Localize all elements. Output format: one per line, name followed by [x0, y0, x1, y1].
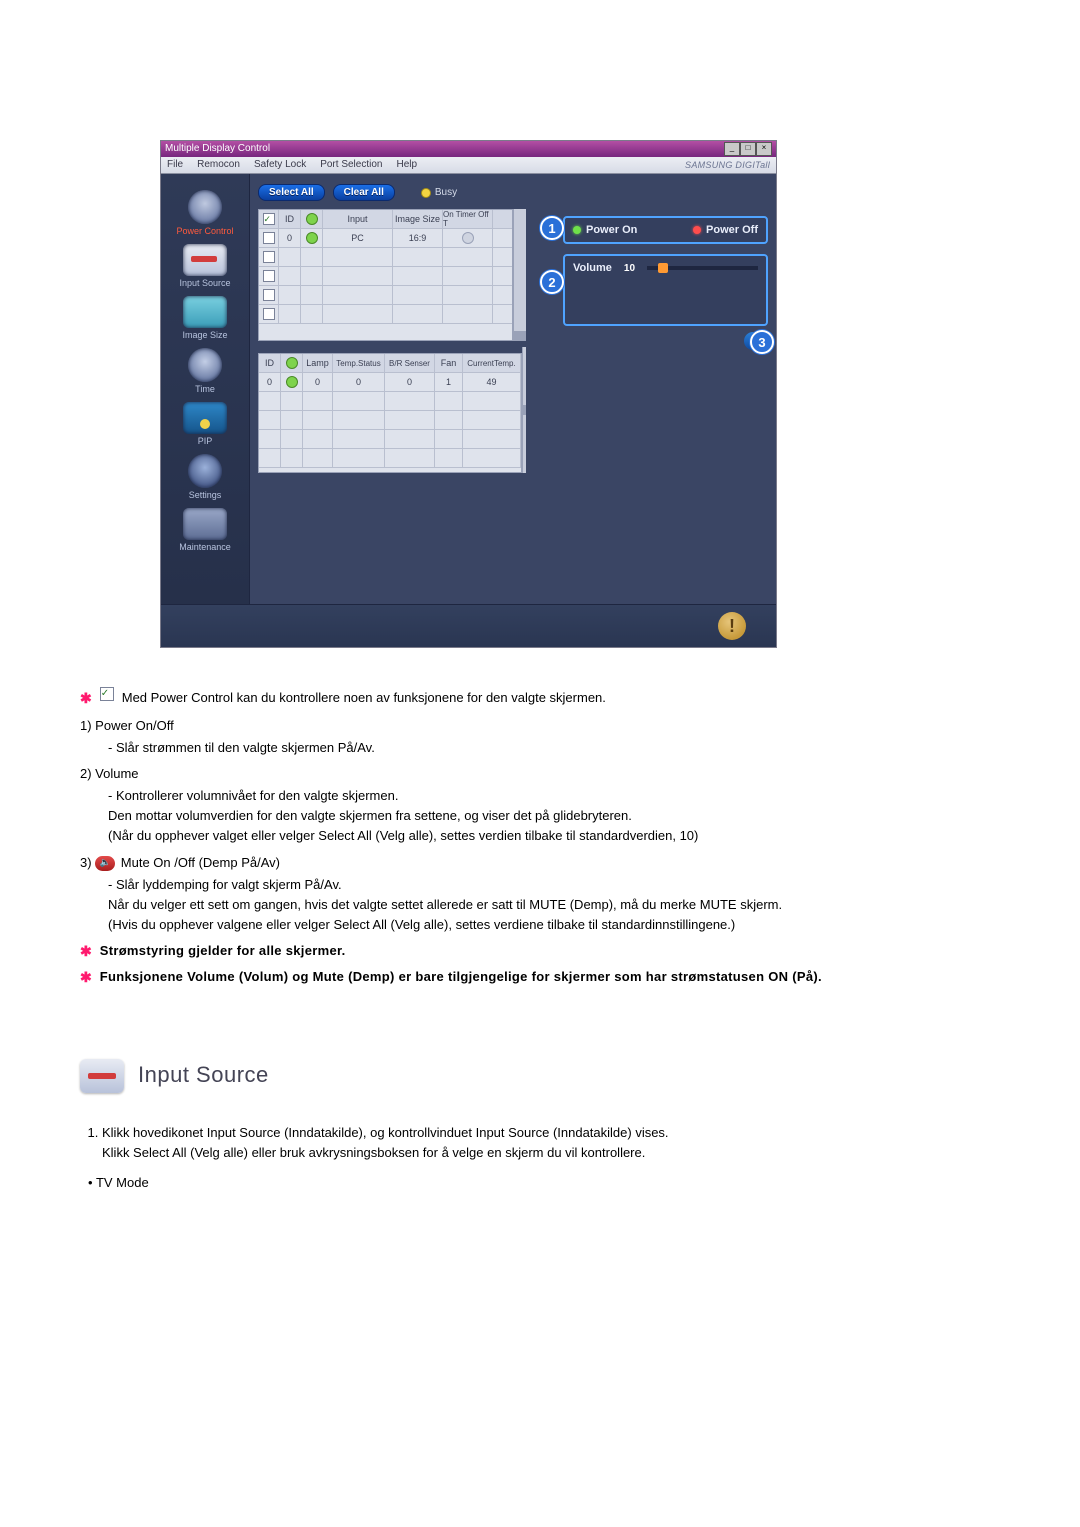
header-checkbox[interactable] — [263, 213, 275, 225]
busy-dot-icon — [421, 188, 431, 198]
statusbar: ! — [161, 604, 776, 647]
menu-help[interactable]: Help — [396, 157, 417, 173]
table-row — [259, 286, 512, 305]
menubar: File Remocon Safety Lock Port Selection … — [161, 157, 776, 174]
status-dot-icon — [286, 376, 298, 388]
power-icon — [188, 190, 222, 224]
item-2a: - Kontrollerer volumnivået for den valgt… — [108, 786, 1000, 806]
col-id: ID — [279, 210, 301, 228]
grid-header: ID Input Image Size On Timer Off T — [259, 210, 512, 229]
clear-all-button[interactable]: Clear All — [333, 184, 395, 201]
app-window: Multiple Display Control _ □ × File Remo… — [160, 140, 777, 648]
window-title: Multiple Display Control — [165, 141, 270, 157]
col-timer: On Timer Off T — [443, 210, 493, 228]
menu-portselection[interactable]: Port Selection — [320, 157, 382, 173]
maintenance-icon — [183, 508, 227, 540]
table-row — [259, 267, 512, 286]
ordered-list: Klikk hovedikonet Input Source (Inndatak… — [102, 1123, 1000, 1163]
bullet-tvmode: • TV Mode — [88, 1173, 1000, 1193]
power-off-button[interactable]: Power Off — [693, 224, 758, 236]
section-title: Input Source — [138, 1058, 269, 1092]
item-1a: - Slår strømmen til den valgte skjermen … — [108, 738, 1000, 758]
grid-scrollbar[interactable] — [513, 209, 526, 341]
grid-scrollbar[interactable] — [522, 347, 526, 473]
status-grid: ID Lamp Temp.Status B/R Senser Fan Curre… — [258, 353, 522, 473]
settings-icon — [188, 454, 222, 488]
col-input: Input — [323, 210, 393, 228]
col-status — [301, 210, 323, 228]
status-dot-icon — [286, 357, 298, 369]
brand-label: SAMSUNG DIGITall — [685, 157, 770, 173]
sidebar-item-time[interactable]: Time — [167, 348, 243, 394]
sidebar-item-imagesize[interactable]: Image Size — [167, 296, 243, 340]
pip-icon — [183, 402, 227, 434]
item-2-head: 2) Volume — [80, 764, 1000, 784]
col-check — [259, 210, 279, 228]
menu-file[interactable]: File — [167, 157, 183, 173]
callout-3: 3 — [750, 330, 774, 354]
volume-label: Volume — [573, 262, 612, 274]
sidebar: Power Control Input Source Image Size Ti… — [161, 174, 250, 604]
star-icon: ✱ — [80, 688, 92, 710]
row-checkbox[interactable] — [263, 232, 275, 244]
note-1: Strømstyring gjelder for alle skjermer. — [100, 941, 346, 961]
volume-panel: Volume 10 🔈 — [563, 254, 768, 326]
window-buttons: _ □ × — [724, 142, 772, 156]
item-1-head: 1) Power On/Off — [80, 716, 1000, 736]
menu-remocon[interactable]: Remocon — [197, 157, 240, 173]
list-item: Klikk hovedikonet Input Source (Inndatak… — [102, 1123, 1000, 1163]
led-green-icon — [573, 226, 581, 234]
window-titlebar: Multiple Display Control _ □ × — [161, 141, 776, 157]
close-button[interactable]: × — [756, 142, 772, 156]
item-3c: (Hvis du opphever valgene eller velger S… — [108, 915, 1000, 935]
busy-indicator: Busy — [421, 187, 457, 198]
image-size-icon — [183, 296, 227, 328]
select-all-button[interactable]: Select All — [258, 184, 325, 201]
main-content: Select All Clear All Busy ID Inpu — [250, 174, 776, 604]
sidebar-item-pip[interactable]: PIP — [167, 402, 243, 446]
section-header: Input Source — [80, 1058, 1000, 1092]
sidebar-item-maintenance[interactable]: Maintenance — [167, 508, 243, 552]
status-dot-icon — [306, 213, 318, 225]
menu-safetylock[interactable]: Safety Lock — [254, 157, 306, 173]
grid-header: ID Lamp Temp.Status B/R Senser Fan Curre… — [259, 354, 521, 373]
star-icon: ✱ — [80, 967, 92, 989]
star-icon: ✱ — [80, 941, 92, 963]
callout-2: 2 — [540, 270, 564, 294]
volume-value: 10 — [624, 263, 635, 274]
timer-dot-icon — [462, 232, 474, 244]
led-red-icon — [693, 226, 701, 234]
col-imgsize: Image Size — [393, 210, 443, 228]
table-row[interactable]: 0 0 0 0 1 49 — [259, 373, 521, 392]
note-2: Funksjonene Volume (Volum) og Mute (Demp… — [100, 967, 822, 987]
item-3-head: 3) 🔈 Mute On /Off (Demp På/Av) — [80, 853, 1000, 873]
sidebar-item-input[interactable]: Input Source — [167, 244, 243, 288]
item-3a: - Slår lyddemping for valgt skjerm På/Av… — [108, 875, 1000, 895]
intro-text: Med Power Control kan du kontrollere noe… — [122, 688, 606, 708]
minimize-button[interactable]: _ — [724, 142, 740, 156]
sidebar-item-power[interactable]: Power Control — [167, 190, 243, 236]
power-on-button[interactable]: Power On — [573, 224, 637, 236]
callout-1: 1 — [540, 216, 564, 240]
sidebar-item-settings[interactable]: Settings — [167, 454, 243, 500]
item-2b: Den mottar volumverdien for den valgte s… — [108, 806, 1000, 826]
document-body: ✱ Med Power Control kan du kontrollere n… — [80, 688, 1000, 1193]
maximize-button[interactable]: □ — [740, 142, 756, 156]
inline-checkbox-icon — [100, 687, 114, 701]
status-dot-icon — [306, 232, 318, 244]
item-3b: Når du velger ett sett om gangen, hvis d… — [108, 895, 1000, 915]
table-row[interactable]: 0 PC 16:9 — [259, 229, 512, 248]
mute-pill-icon: 🔈 — [95, 856, 115, 871]
table-row — [259, 305, 512, 324]
info-icon[interactable]: ! — [718, 612, 746, 640]
power-panel: Power On Power Off — [563, 216, 768, 244]
time-icon — [188, 348, 222, 382]
display-grid: ID Input Image Size On Timer Off T 0 PC … — [258, 209, 513, 341]
volume-slider[interactable] — [647, 266, 758, 270]
input-source-icon — [80, 1059, 124, 1093]
item-2c: (Når du opphever valget eller velger Sel… — [108, 826, 1000, 846]
table-row — [259, 248, 512, 267]
input-source-icon — [183, 244, 227, 276]
